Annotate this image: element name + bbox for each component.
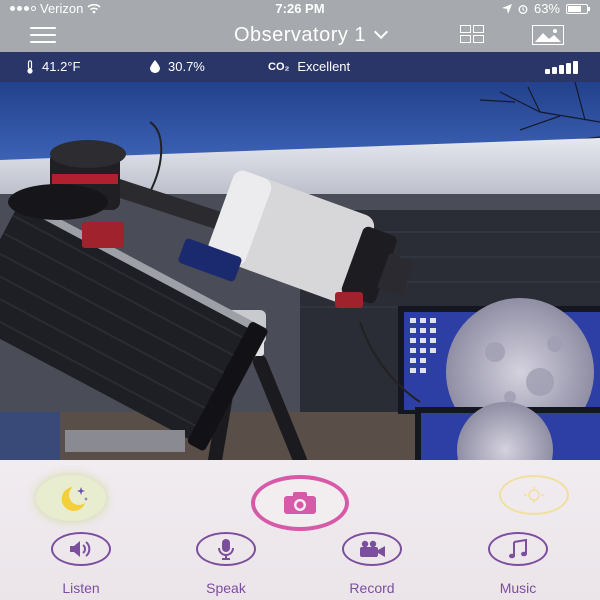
battery-icon (566, 3, 590, 14)
co2-status: Excellent (297, 59, 351, 74)
video-camera-icon (360, 540, 385, 557)
speak-icon-ring (196, 532, 256, 566)
co2-label: CO₂ (268, 60, 290, 73)
location-arrow-icon (501, 3, 512, 14)
co2-reading: CO₂ Excellent (268, 59, 350, 74)
chevron-down-icon (373, 24, 389, 40)
record-button[interactable]: Record (322, 532, 422, 598)
record-icon-ring (342, 532, 402, 566)
battery-percent: 63% (533, 1, 560, 16)
camera-selector[interactable]: Observatory 1 (200, 22, 420, 48)
grid-view-icon[interactable] (460, 25, 484, 43)
light-toggle-button[interactable] (499, 475, 569, 515)
camera-feed[interactable] (0, 82, 600, 460)
thermometer-icon (27, 59, 33, 74)
temperature-reading: 41.2°F (26, 59, 80, 74)
status-bar: Verizon 7:26 PM 63% (0, 0, 600, 18)
speak-label: Speak (206, 580, 246, 596)
music-icon-ring (488, 532, 548, 566)
light-icon (524, 487, 544, 503)
app-header: Observatory 1 (0, 18, 600, 52)
snapshot-button[interactable] (251, 475, 349, 531)
music-button[interactable]: Music (468, 532, 568, 598)
temperature-value: 41.2°F (42, 59, 81, 74)
menu-icon[interactable] (30, 27, 56, 43)
listen-icon-ring (51, 532, 111, 566)
page-title: Observatory 1 (233, 23, 367, 46)
microphone-icon (218, 539, 234, 560)
top-bar: Verizon 7:26 PM 63% Observatory 1 (0, 0, 600, 52)
music-note-icon (509, 539, 527, 559)
speak-button[interactable]: Speak (176, 532, 276, 598)
record-label: Record (349, 580, 395, 596)
humidity-value: 30.7% (168, 59, 205, 74)
gallery-icon[interactable] (532, 25, 564, 45)
control-panel: Listen Speak Record Music (0, 460, 600, 600)
connection-strength-icon (545, 60, 578, 74)
music-label: Music (499, 580, 537, 596)
status-right-group: 63% (501, 1, 590, 16)
listen-label: Listen (62, 580, 100, 596)
water-drop-icon (150, 60, 160, 73)
night-mode-button[interactable] (36, 475, 106, 521)
humidity-reading: 30.7% (150, 59, 205, 74)
sensor-bar: 41.2°F 30.7% CO₂ Excellent (0, 52, 600, 82)
camera-icon (284, 492, 316, 514)
speaker-icon (70, 541, 91, 557)
listen-button[interactable]: Listen (31, 532, 131, 598)
alarm-icon (518, 4, 528, 14)
camera-image (0, 82, 600, 460)
moon-stars-icon (61, 487, 88, 511)
